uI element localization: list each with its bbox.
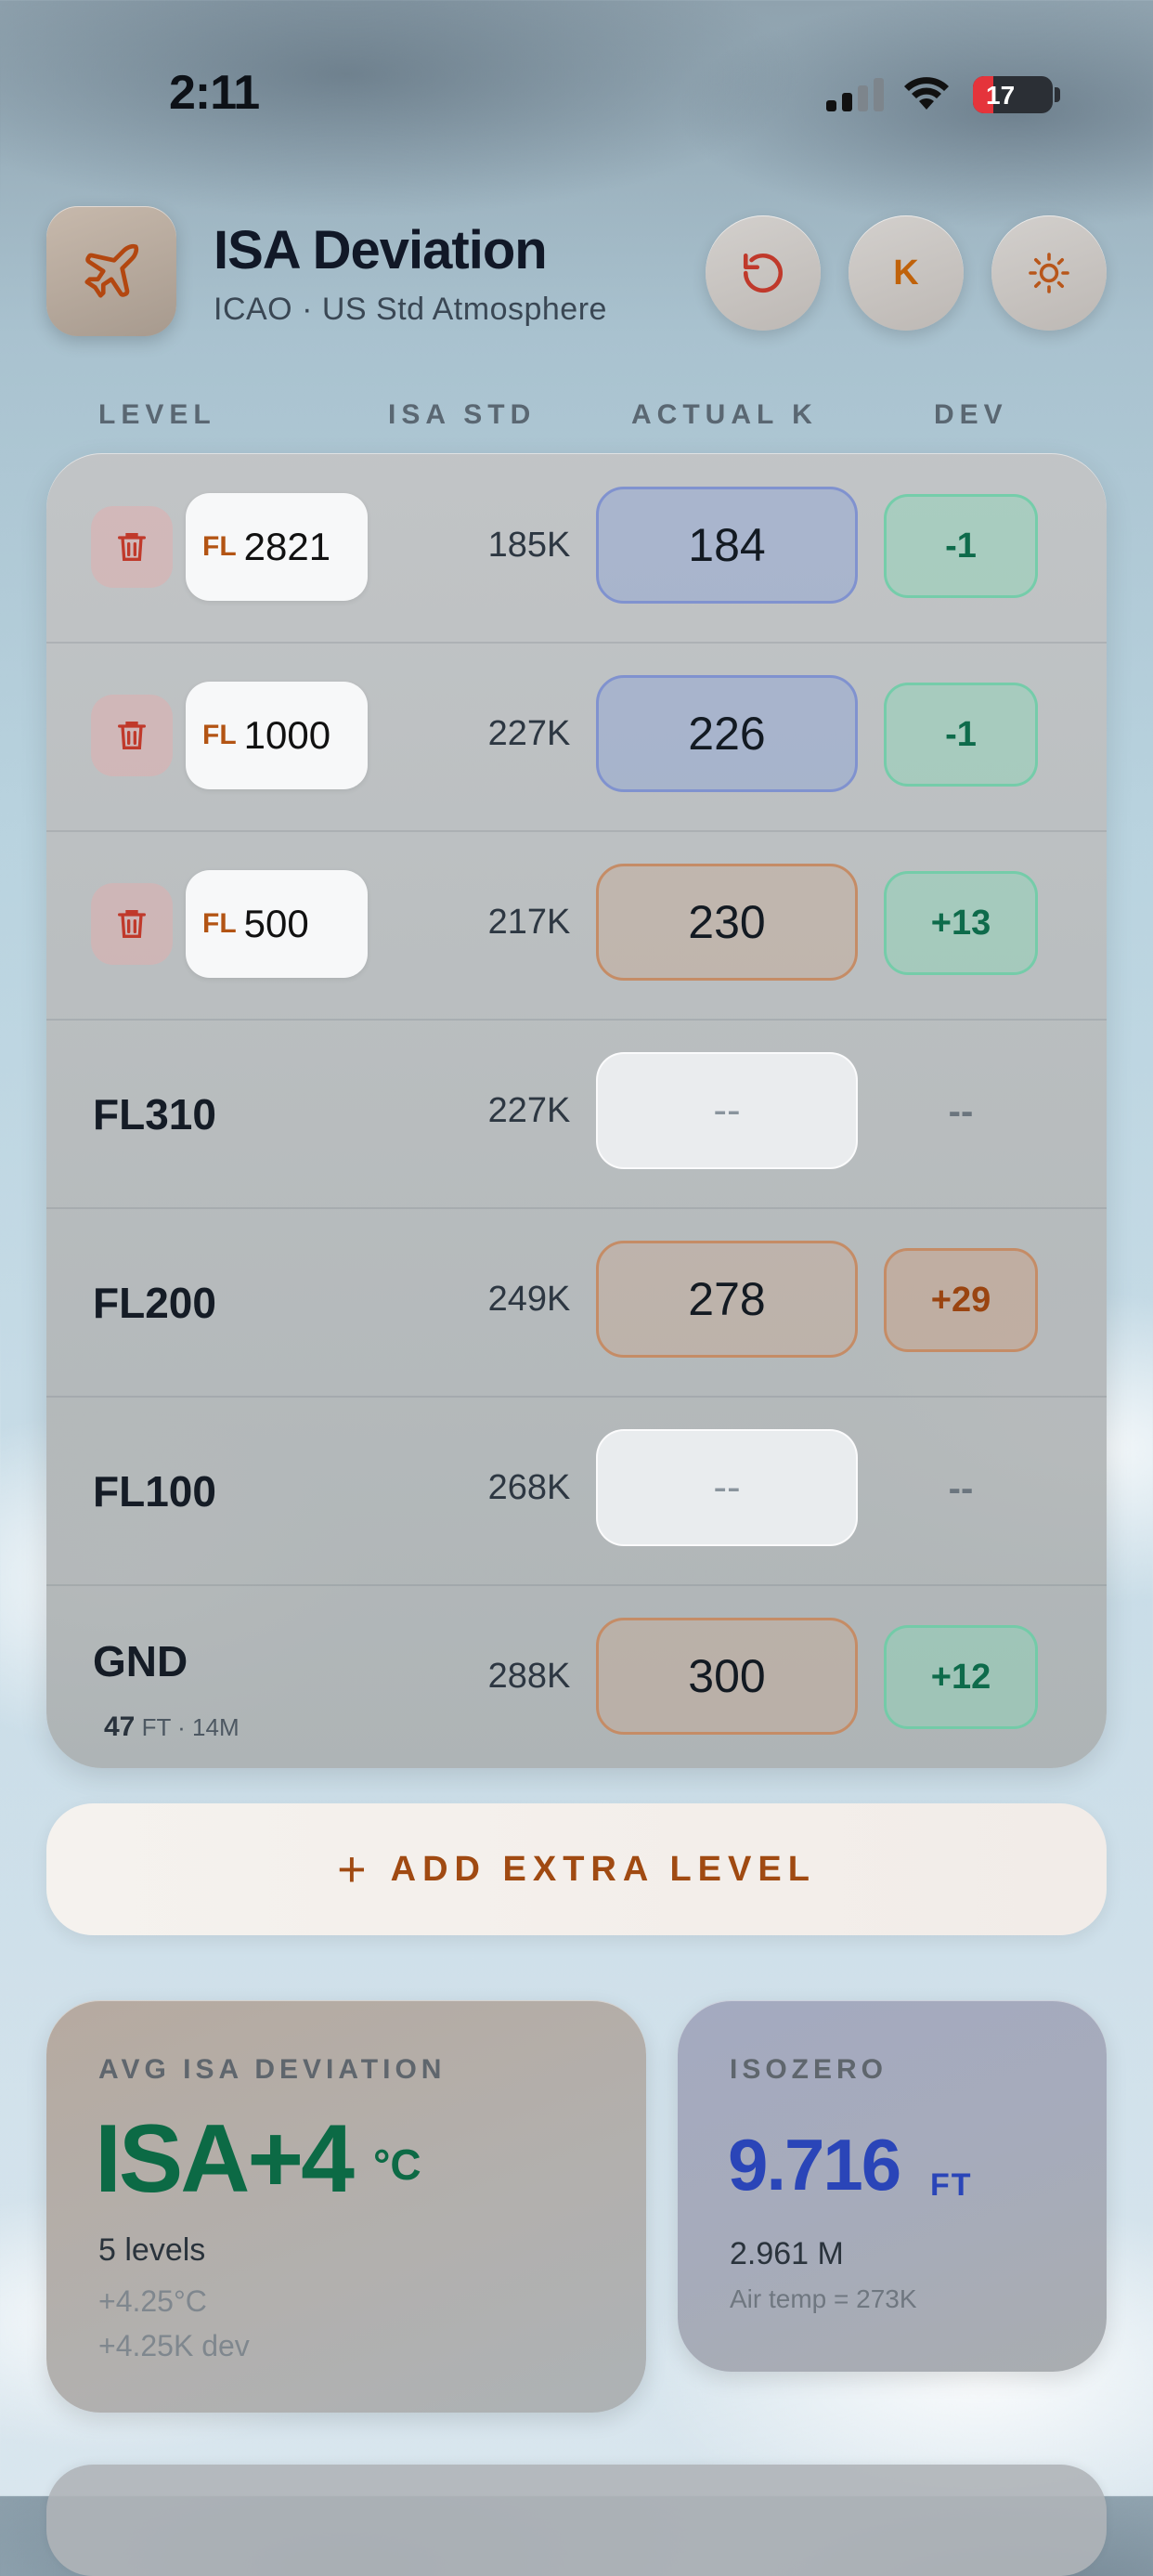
ground-elevation-ft-unit: FT: [141, 1713, 171, 1741]
level-label: FL200: [93, 1279, 216, 1327]
battery-cap: [1055, 87, 1060, 102]
table-row: FL 2821 185K 184 -1: [46, 453, 1107, 644]
table-row: FL310 227K -- --: [46, 1019, 1107, 1209]
deviation-badge: +12: [884, 1625, 1038, 1729]
isozero-air-temp: Air temp = 273K: [730, 2284, 917, 2313]
wifi-icon: [904, 77, 949, 110]
fl-prefix: FL: [202, 908, 237, 939]
avg-deviation-unit: °C: [373, 2140, 421, 2189]
actual-temp-input[interactable]: 230: [596, 864, 858, 981]
app-icon[interactable]: [46, 206, 176, 336]
plus-icon: +: [337, 1841, 367, 1897]
reset-button[interactable]: [706, 215, 821, 331]
isozero-unit: FT: [930, 2167, 973, 2203]
signal-icon: [826, 78, 886, 111]
add-extra-level-button[interactable]: + ADD EXTRA LEVEL: [46, 1803, 1107, 1935]
level-input[interactable]: FL 1000: [186, 682, 368, 789]
page-title: ISA Deviation: [214, 220, 548, 280]
page-subtitle: ICAO · US Std Atmosphere: [214, 292, 607, 327]
trash-icon: [117, 533, 146, 561]
level-input[interactable]: FL 500: [186, 870, 368, 978]
level-value: 2821: [243, 525, 331, 568]
table-row: FL 1000 227K 226 -1: [46, 642, 1107, 832]
ground-elevation-ft: 47: [104, 1711, 136, 1742]
actual-temp-input[interactable]: 226: [596, 675, 858, 792]
delete-level-button[interactable]: [91, 695, 173, 776]
fl-prefix: FL: [202, 531, 237, 562]
actual-temp-input[interactable]: --: [596, 1052, 858, 1169]
isozero-heading: ISOZERO: [730, 2054, 888, 2085]
actual-temp-input[interactable]: 278: [596, 1241, 858, 1358]
level-label: FL100: [93, 1467, 216, 1516]
deviation-badge: -1: [884, 683, 1038, 787]
actual-temp-input[interactable]: 184: [596, 487, 858, 604]
trash-icon: [117, 910, 146, 938]
level-value: 1000: [243, 713, 331, 757]
levels-table: FL 2821 185K 184 -1 FL 1000 227K 226 -1 …: [46, 453, 1107, 1768]
deviation-badge: --: [948, 1090, 974, 1132]
reset-icon: [743, 253, 784, 293]
add-extra-level-label: ADD EXTRA LEVEL: [390, 1849, 816, 1889]
unit-toggle-button[interactable]: K: [849, 215, 964, 331]
unit-label: K: [893, 253, 919, 293]
theme-button[interactable]: [991, 215, 1107, 331]
isozero-meters: 2.961 M: [730, 2236, 844, 2271]
avg-deviation-value: ISA+4: [95, 2105, 355, 2213]
sun-icon: [1029, 253, 1069, 293]
table-row: GND 47 FT · 14M 288K 300 +12: [46, 1584, 1107, 1768]
deviation-badge: -1: [884, 494, 1038, 598]
fl-prefix: FL: [202, 720, 237, 750]
column-header-actual: ACTUAL K: [631, 399, 818, 430]
ground-elevation: 47 FT · 14M: [104, 1711, 240, 1743]
actual-temp-input[interactable]: --: [596, 1429, 858, 1546]
avg-isa-deviation-card: AVG ISA DEVIATION ISA+4 °C 5 levels +4.2…: [46, 2000, 646, 2413]
isozero-value: 9.716: [728, 2124, 901, 2205]
table-row: FL200 249K 278 +29: [46, 1207, 1107, 1398]
avg-card-heading: AVG ISA DEVIATION: [98, 2054, 447, 2085]
next-card: [46, 2465, 1107, 2576]
column-header-level: LEVEL: [98, 399, 216, 430]
isozero-card: ISOZERO 9.716 FT 2.961 M Air temp = 273K: [678, 2000, 1107, 2372]
airplane-icon: [84, 243, 139, 298]
levels-count: 5 levels: [98, 2232, 206, 2268]
avg-deviation-celsius: +4.25°C: [98, 2284, 207, 2318]
column-header-dev: DEV: [934, 399, 1008, 430]
level-value: 500: [243, 902, 309, 945]
level-label: GND: [93, 1637, 188, 1685]
deviation-badge: +13: [884, 871, 1038, 975]
avg-deviation-kelvin: +4.25K dev: [98, 2329, 250, 2362]
delete-level-button[interactable]: [91, 506, 173, 588]
ground-elevation-m: · 14M: [177, 1713, 240, 1741]
level-input[interactable]: FL 2821: [186, 493, 368, 601]
battery-level: 17: [986, 81, 1016, 110]
actual-temp-input[interactable]: 300: [596, 1618, 858, 1735]
delete-level-button[interactable]: [91, 883, 173, 965]
trash-icon: [117, 722, 146, 749]
deviation-badge: +29: [884, 1248, 1038, 1352]
column-header-isa-std: ISA STD: [388, 399, 537, 430]
table-row: FL100 268K -- --: [46, 1396, 1107, 1586]
deviation-badge: --: [948, 1467, 974, 1509]
table-row: FL 500 217K 230 +13: [46, 830, 1107, 1021]
battery-icon: 17: [973, 76, 1053, 113]
level-label: FL310: [93, 1090, 216, 1138]
status-time: 2:11: [169, 66, 260, 120]
